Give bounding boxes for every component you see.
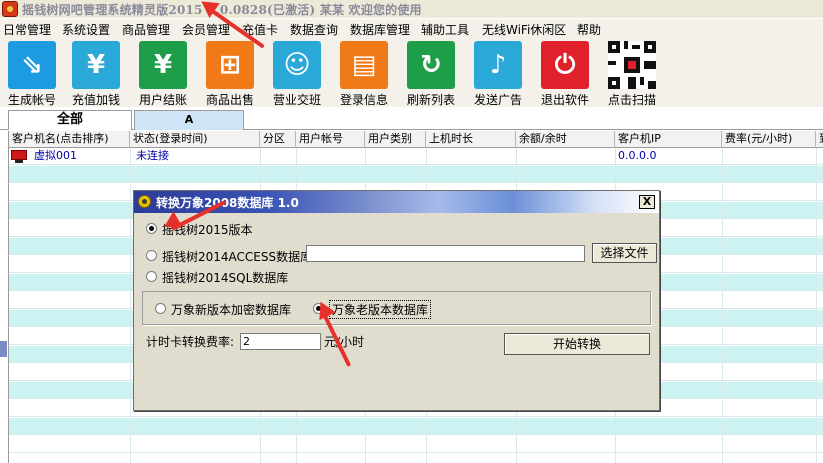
exit-button[interactable]: ⏻ 退出软件 [533,39,597,107]
checkout-button[interactable]: ¥ 用户结账 [131,39,195,107]
col-rate[interactable]: 费率(元/小时) [722,131,816,148]
button-label: 充值加钱 [71,93,120,107]
button-label: 商品出售 [205,93,254,107]
button-label: 退出软件 [540,93,589,107]
convert-database-dialog: 转换万象2008数据库 1.0 X 摇钱树2015版本 摇钱树2014ACCES… [133,190,660,411]
menu-goods[interactable]: 商品管理 [122,21,170,38]
app-icon [2,1,18,17]
dialog-close-button[interactable]: X [639,195,655,209]
grid-line [722,148,723,463]
client-name: 虚拟001 [34,149,77,162]
dialog-icon [138,195,151,208]
col-zone[interactable]: 分区 [260,131,296,148]
radio-wanxiang-new-encrypted[interactable] [155,303,166,314]
toolbar: ⇘ 生成帐号 ¥ 充值加钱 ¥ 用户结账 ⊞ 商品出售 ☺ 营业交班 ▤ 登录信… [0,39,823,107]
col-client-name[interactable]: 客户机名(点击排序) [9,131,130,148]
col-duration[interactable]: 上机时长 [426,131,516,148]
login-info-icon: ▤ [340,41,388,89]
radio-yqs2015[interactable] [146,223,157,234]
scan-button[interactable]: 点击扫描 [600,39,664,107]
table-row[interactable]: 虚拟001 未连接 0.0.0.0 [9,148,823,165]
cart-icon: ⊞ [206,41,254,89]
refresh-icon: ↻ [407,41,455,89]
login-info-button[interactable]: ▤ 登录信息 [332,39,396,107]
button-label: 营业交班 [272,93,321,107]
shift-users-icon: ☺ [273,41,321,89]
table-row [9,436,823,453]
col-balance[interactable]: 余额/余时 [516,131,615,148]
wanxiang-version-group: 万象新版本加密数据库 万象老版本数据库 [142,291,651,325]
menu-bar: 日常管理 系统设置 商品管理 会员管理 充值卡 数据查询 数据库管理 辅助工具 … [0,19,823,39]
scroll-marker [0,341,7,357]
table-row [9,166,823,183]
menu-help[interactable]: 帮助 [577,21,601,38]
computer-icon-base [15,160,23,163]
rate-unit: 元/小时 [324,335,365,349]
col-status[interactable]: 状态(登录时间) [130,131,260,148]
zone-tabs: 全部 A [0,108,823,130]
button-label: 点击扫描 [607,93,656,107]
shift-handover-button[interactable]: ☺ 营业交班 [265,39,329,107]
send-ad-button[interactable]: ♪ 发送广告 [466,39,530,107]
menu-database[interactable]: 数据库管理 [350,21,410,38]
menu-members[interactable]: 会员管理 [182,21,230,38]
button-label: 刷新列表 [406,93,455,107]
dialog-title: 转换万象2008数据库 1.0 [156,196,299,210]
col-user-type[interactable]: 用户类别 [365,131,426,148]
checkout-icon: ¥ [139,41,187,89]
title-bar: 摇钱树网吧管理系统精灵版2015 6.0.0828(已激活) 某某 欢迎您的使用 [0,0,823,18]
radio-yqs2014-sql[interactable] [146,271,157,282]
grid-header: 客户机名(点击排序) 状态(登录时间) 分区 用户帐号 用户类别 上机时长 余额… [9,131,823,148]
power-icon: ⏻ [541,41,589,89]
col-account[interactable]: 用户帐号 [296,131,365,148]
recharge-icon: ¥ [72,41,120,89]
database-path-input[interactable] [306,245,585,262]
button-label: 生成帐号 [7,93,56,107]
rate-input[interactable]: 2 [240,333,321,350]
option-yqs2014-sql-label[interactable]: 摇钱树2014SQL数据库 [162,269,288,286]
button-label: 登录信息 [339,93,388,107]
button-label: 发送广告 [473,93,522,107]
computer-icon [11,150,27,160]
choose-file-button[interactable]: 选择文件 [592,243,657,263]
button-label: 用户结账 [138,93,187,107]
menu-wifi[interactable]: 无线WiFi休闲区 [482,21,566,38]
col-client-ip[interactable]: 客户机IP [615,131,722,148]
client-ip: 0.0.0.0 [618,149,657,162]
generate-account-icon: ⇘ [8,41,56,89]
option-wanxiang-new-label[interactable]: 万象新版本加密数据库 [171,301,291,318]
table-row [9,418,823,435]
left-strip [0,131,8,463]
menu-tools[interactable]: 辅助工具 [421,21,469,38]
radio-yqs2014-access[interactable] [146,250,157,261]
client-status: 未连接 [136,149,169,162]
option-yqs2014-access-label[interactable]: 摇钱树2014ACCESS数据库 [162,248,312,265]
qr-code-icon [608,41,656,89]
menu-query[interactable]: 数据查询 [290,21,338,38]
menu-system[interactable]: 系统设置 [62,21,110,38]
microphone-icon: ♪ [474,41,522,89]
col-next[interactable]: 到 [816,131,823,148]
tab-all[interactable]: 全部 [8,110,132,130]
generate-account-button[interactable]: ⇘ 生成帐号 [0,39,64,107]
tab-a[interactable]: A [134,110,244,130]
grid-line [816,148,817,463]
refresh-list-button[interactable]: ↻ 刷新列表 [399,39,463,107]
rate-label: 计时卡转换费率: [146,335,235,349]
start-convert-button[interactable]: 开始转换 [504,333,650,355]
grid-line [130,148,131,463]
option-wanxiang-old-label[interactable]: 万象老版本数据库 [329,300,432,319]
menu-daily[interactable]: 日常管理 [3,21,51,38]
recharge-button[interactable]: ¥ 充值加钱 [64,39,128,107]
sell-goods-button[interactable]: ⊞ 商品出售 [198,39,262,107]
